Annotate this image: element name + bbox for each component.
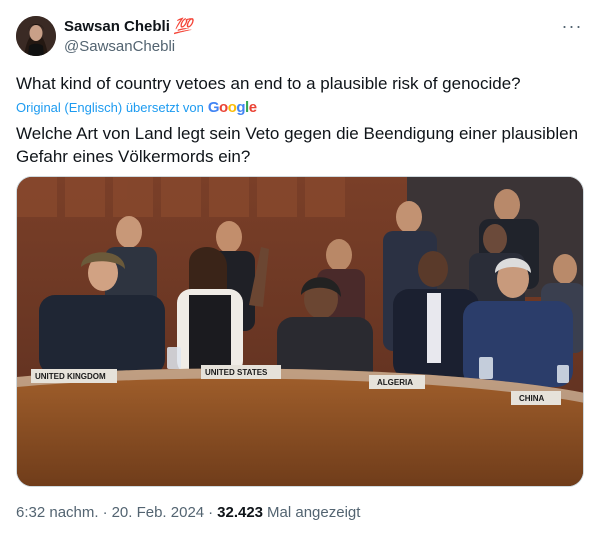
- more-options-button[interactable]: ···: [560, 14, 584, 38]
- avatar-image: [16, 16, 56, 56]
- placard-algeria: ALGERIA: [377, 378, 413, 387]
- views-count: 32.423: [217, 504, 264, 521]
- placard-united-kingdom: UNITED KINGDOM: [35, 372, 106, 381]
- hundred-points-icon: 💯: [173, 18, 193, 35]
- meta-separator: ·: [102, 504, 108, 521]
- tweet-text: What kind of country vetoes an end to a …: [16, 74, 521, 93]
- author-name-row: Sawsan Chebli 💯: [64, 17, 193, 36]
- placard-united-states: UNITED STATES: [205, 368, 268, 377]
- photo-un-security-council: UNITED KINGDOM UNITED STATES ALGERIA CHI…: [17, 177, 583, 486]
- views-label: Mal angezeigt: [267, 504, 361, 521]
- google-logo: Google: [207, 99, 257, 116]
- meta-separator: ·: [208, 504, 214, 521]
- tweet-metadata: 6:32 nachm. · 20. Feb. 2024 · 32.423 Mal…: [16, 504, 360, 521]
- avatar[interactable]: [16, 16, 56, 56]
- author-handle[interactable]: @SawsanChebli: [64, 38, 175, 55]
- translated-text: Welche Art von Land legt sein Veto gegen…: [16, 124, 579, 166]
- translation-attribution: Original (Englisch) übersetzt von Google: [16, 99, 257, 116]
- tweet-photo[interactable]: UNITED KINGDOM UNITED STATES ALGERIA CHI…: [16, 176, 584, 487]
- tweet-date[interactable]: 20. Feb. 2024: [112, 504, 205, 521]
- tweet-time[interactable]: 6:32 nachm.: [16, 504, 99, 521]
- translation-label[interactable]: Original (Englisch) übersetzt von: [16, 100, 204, 115]
- author-display-name[interactable]: Sawsan Chebli: [64, 18, 170, 35]
- more-dots-icon: ···: [561, 15, 583, 36]
- placard-china: CHINA: [519, 394, 545, 403]
- tweet-card: Sawsan Chebli 💯 @SawsanChebli ··· What k…: [0, 0, 600, 544]
